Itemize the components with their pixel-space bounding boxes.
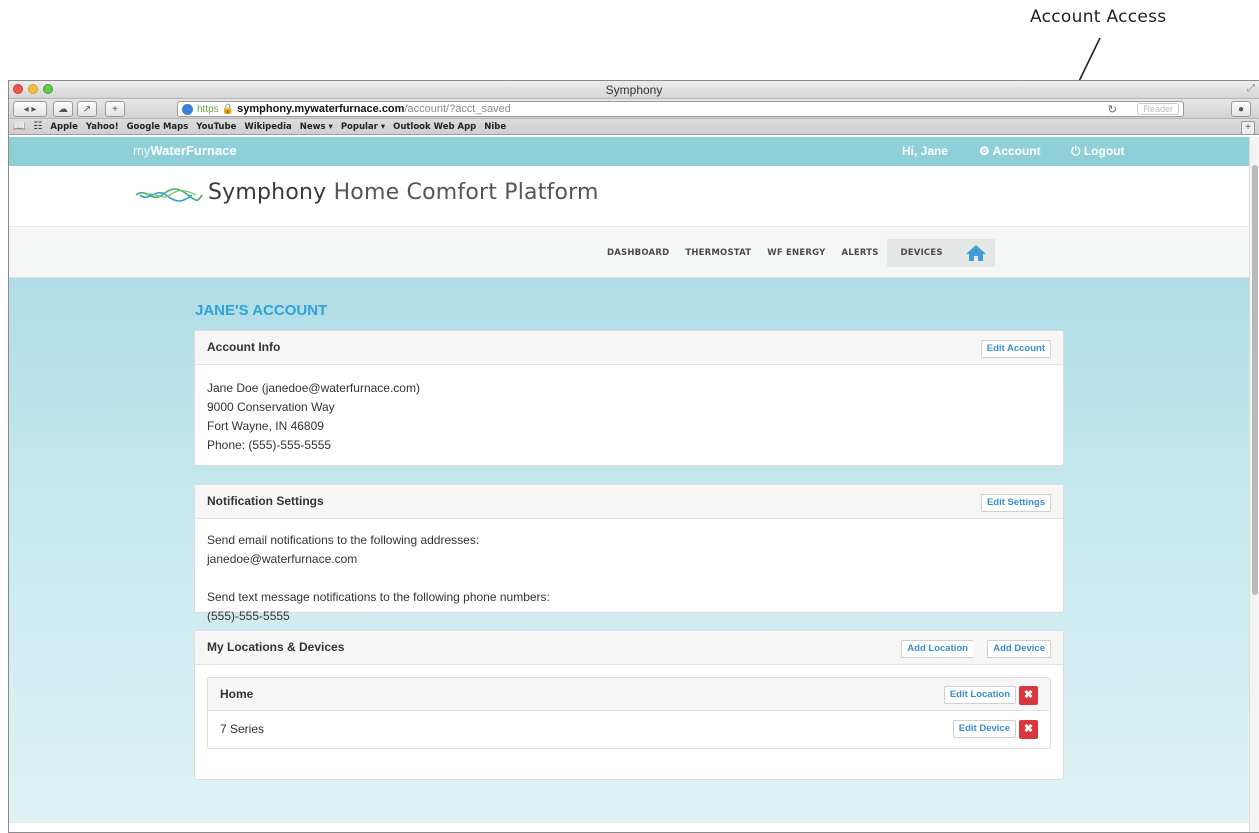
globe-icon <box>182 103 193 115</box>
main-nav: DASHBOARD THERMOSTAT WF ENERGY ALERTS DE… <box>599 239 995 267</box>
account-link[interactable]: ⚙ Account <box>979 144 1041 158</box>
fullscreen-icon[interactable]: ⤢ <box>1247 83 1255 94</box>
new-tab-icon[interactable]: + <box>1241 121 1255 135</box>
email-notification-intro: Send email notifications to the followin… <box>207 533 480 547</box>
logo-band: Symphony Home Comfort Platform <box>9 166 1249 226</box>
brand-name: WaterFurnace <box>150 143 237 158</box>
notification-phone: (555)-555-5555 <box>207 609 290 623</box>
bookmark-news[interactable]: News ▾ <box>300 122 333 132</box>
screenshot: Account Access Symphony ⤢ ◂ ▸ ☁ ↗ + http… <box>0 0 1259 833</box>
window-title: Symphony <box>605 83 663 97</box>
page-title: JANE'S ACCOUNT <box>195 302 328 319</box>
notification-settings-body: Send email notifications to the followin… <box>195 519 1063 640</box>
bookmark-nibe[interactable]: Nibe <box>484 122 506 132</box>
add-location-button[interactable]: Add Location <box>901 640 973 658</box>
notification-email: janedoe@waterfurnace.com <box>207 552 358 566</box>
nav-wf-energy[interactable]: WF ENERGY <box>759 239 833 267</box>
reading-list-icon[interactable]: 📖 <box>13 121 25 132</box>
icloud-icon[interactable]: ☁ <box>53 101 73 117</box>
top-sites-icon[interactable]: ☷ <box>33 121 42 132</box>
locations-devices-panel: My Locations & Devices Add Location Add … <box>194 630 1064 780</box>
browser-window: Symphony ⤢ ◂ ▸ ☁ ↗ + https 🔒 symphony.my… <box>8 80 1259 833</box>
location-card: Home Edit Location ✖ 7 Series Edit Devic… <box>207 677 1051 749</box>
notification-settings-title: Notification Settings <box>207 494 324 508</box>
page-viewport: myWaterFurnace Hi, Jane ⚙ Account ⏻ Logo… <box>9 137 1249 832</box>
reader-button[interactable]: Reader <box>1137 103 1179 115</box>
nav-thermostat[interactable]: THERMOSTAT <box>677 239 759 267</box>
close-icon: ✖ <box>1023 723 1034 735</box>
callout-label: Account Access <box>1030 7 1167 27</box>
edit-location-button[interactable]: Edit Location <box>943 686 1016 704</box>
scrollbar-thumb[interactable] <box>1252 165 1258 595</box>
bookmark-apple[interactable]: Apple <box>50 122 77 132</box>
back-forward-buttons[interactable]: ◂ ▸ <box>13 101 47 117</box>
bookmark-youtube[interactable]: YouTube <box>196 122 236 132</box>
account-info-body: Jane Doe (janedoe@waterfurnace.com) 9000… <box>195 365 1063 469</box>
location-header: Home Edit Location ✖ <box>208 678 1050 711</box>
extension-icon[interactable]: ● <box>1231 101 1251 117</box>
nav-devices[interactable]: DEVICES <box>886 239 957 267</box>
location-name: Home <box>220 687 254 701</box>
power-icon: ⏻ <box>1071 144 1081 158</box>
logo-brand: Symphony <box>208 180 327 205</box>
bookmark-wikipedia[interactable]: Wikipedia <box>244 122 291 132</box>
edit-account-button[interactable]: Edit Account <box>980 340 1051 358</box>
account-street: 9000 Conservation Way <box>207 400 335 414</box>
logo-tagline: Home Comfort Platform <box>333 180 599 205</box>
reload-icon[interactable]: ↻ <box>1108 103 1117 116</box>
lock-icon: 🔒 <box>221 103 235 115</box>
delete-device-button[interactable]: ✖ <box>1019 720 1038 739</box>
site-brand[interactable]: myWaterFurnace <box>133 143 237 158</box>
edit-device-button[interactable]: Edit Device <box>952 720 1016 738</box>
symphony-logo-icon <box>135 188 203 202</box>
url-scheme: https <box>197 103 219 115</box>
notification-settings-panel: Notification Settings Edit Settings Send… <box>194 484 1064 623</box>
bookmark-google-maps[interactable]: Google Maps <box>127 122 189 132</box>
account-phone: Phone: (555)-555-5555 <box>207 438 332 452</box>
edit-settings-button[interactable]: Edit Settings <box>980 494 1051 512</box>
main-nav-band: DASHBOARD THERMOSTAT WF ENERGY ALERTS DE… <box>9 226 1249 278</box>
title-bar: Symphony ⤢ <box>9 81 1259 99</box>
logout-link-label: Logout <box>1083 144 1125 158</box>
account-link-label: Account <box>992 144 1041 158</box>
url-host: symphony.mywaterfurnace.com <box>237 103 405 115</box>
delete-location-button[interactable]: ✖ <box>1019 686 1038 705</box>
nav-dashboard[interactable]: DASHBOARD <box>599 239 677 267</box>
account-name-email: Jane Doe (janedoe@waterfurnace.com) <box>207 381 420 395</box>
notification-settings-header: Notification Settings Edit Settings <box>195 485 1063 519</box>
logo-wordmark: Symphony Home Comfort Platform <box>208 180 599 205</box>
bookmarks-bar: 📖 ☷ Apple Yahoo! Google Maps YouTube Wik… <box>9 119 1259 135</box>
account-info-header: Account Info Edit Account <box>195 331 1063 365</box>
close-icon: ✖ <box>1023 689 1034 701</box>
content-area: JANE'S ACCOUNT Account Info Edit Account… <box>9 278 1249 823</box>
bookmark-outlook[interactable]: Outlook Web App <box>393 122 476 132</box>
locations-devices-header: My Locations & Devices Add Location Add … <box>195 631 1063 665</box>
home-button[interactable] <box>956 239 995 267</box>
locations-devices-title: My Locations & Devices <box>207 640 345 654</box>
add-device-button[interactable]: Add Device <box>987 640 1051 658</box>
sms-notification-intro: Send text message notifications to the f… <box>207 590 550 604</box>
browser-toolbar: ◂ ▸ ☁ ↗ + https 🔒 symphony.mywaterfurnac… <box>9 99 1259 119</box>
vertical-scrollbar[interactable] <box>1249 137 1259 832</box>
gear-icon: ⚙ <box>979 144 990 158</box>
share-icon[interactable]: ↗ <box>77 101 97 117</box>
logout-link[interactable]: ⏻ Logout <box>1071 144 1125 159</box>
brand-prefix: my <box>133 143 151 158</box>
home-icon <box>965 245 986 261</box>
nav-alerts[interactable]: ALERTS <box>833 239 886 267</box>
account-info-panel: Account Info Edit Account Jane Doe (jane… <box>194 330 1064 466</box>
account-info-title: Account Info <box>207 340 281 354</box>
site-topbar: myWaterFurnace Hi, Jane ⚙ Account ⏻ Logo… <box>9 137 1249 166</box>
bookmark-popular[interactable]: Popular ▾ <box>341 122 385 132</box>
url-path: /account/?acct_saved <box>404 103 511 115</box>
add-bookmark-icon[interactable]: + <box>105 101 125 117</box>
bookmark-yahoo[interactable]: Yahoo! <box>86 122 119 132</box>
device-row: 7 Series Edit Device ✖ <box>208 711 1050 746</box>
account-city: Fort Wayne, IN 46809 <box>207 419 324 433</box>
address-bar[interactable]: https 🔒 symphony.mywaterfurnace.com /acc… <box>177 101 1184 117</box>
user-greeting: Hi, Jane <box>902 144 949 158</box>
device-name: 7 Series <box>220 722 265 736</box>
